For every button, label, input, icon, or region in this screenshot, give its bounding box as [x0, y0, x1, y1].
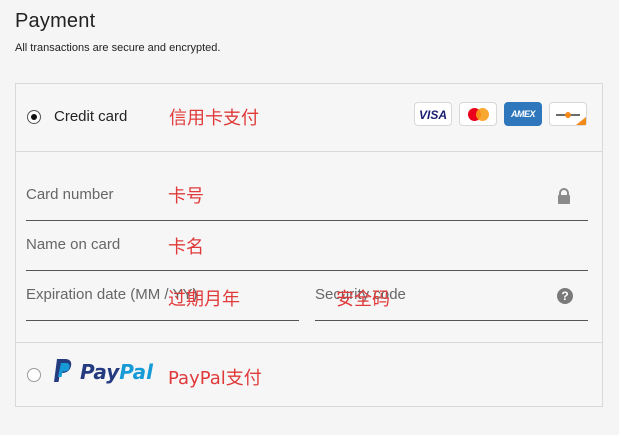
expiration-date-annotation: 过期月年: [168, 289, 240, 310]
credit-card-annotation: 信用卡支付: [169, 108, 259, 129]
visa-logo-text: VISA: [418, 108, 447, 122]
expiration-date-underline: [26, 319, 299, 321]
lock-icon: [558, 188, 570, 204]
paypal-annotation: PayPal支付: [168, 368, 262, 389]
discover-corner: [576, 117, 586, 125]
card-number-placeholder: Card number: [26, 186, 114, 203]
security-code-underline: [315, 319, 588, 321]
page-subtitle: All transactions are secure and encrypte…: [15, 42, 221, 54]
page-title: Payment: [15, 10, 96, 32]
help-icon[interactable]: ?: [557, 288, 573, 304]
credit-card-option[interactable]: Credit card 信用卡支付 VISA AMEX: [16, 84, 602, 152]
credit-card-radio[interactable]: [27, 110, 41, 124]
paypal-pay-text: Pay: [80, 360, 120, 384]
discover-logo: [549, 102, 587, 126]
paypal-pal-text: Pal: [119, 360, 154, 384]
mastercard-logo: [459, 102, 497, 126]
name-on-card-placeholder: Name on card: [26, 236, 121, 253]
mastercard-yellow-circle: [476, 108, 489, 121]
paypal-logo: PayPal: [52, 358, 153, 386]
name-on-card-annotation: 卡名: [168, 237, 204, 258]
amex-logo: AMEX: [504, 102, 542, 126]
paypal-radio[interactable]: [27, 368, 41, 382]
security-code-annotation: 安全码: [336, 289, 390, 310]
card-number-annotation: 卡号: [168, 186, 204, 207]
paypal-wordmark: PayPal: [80, 360, 153, 384]
amex-logo-text: AMEX: [510, 109, 536, 119]
credit-card-label: Credit card: [54, 108, 128, 125]
paypal-p-icon: [54, 359, 72, 382]
name-on-card-underline: [26, 269, 588, 271]
card-number-underline: [26, 219, 588, 221]
discover-dot: [565, 112, 571, 118]
visa-logo: VISA: [414, 102, 452, 126]
